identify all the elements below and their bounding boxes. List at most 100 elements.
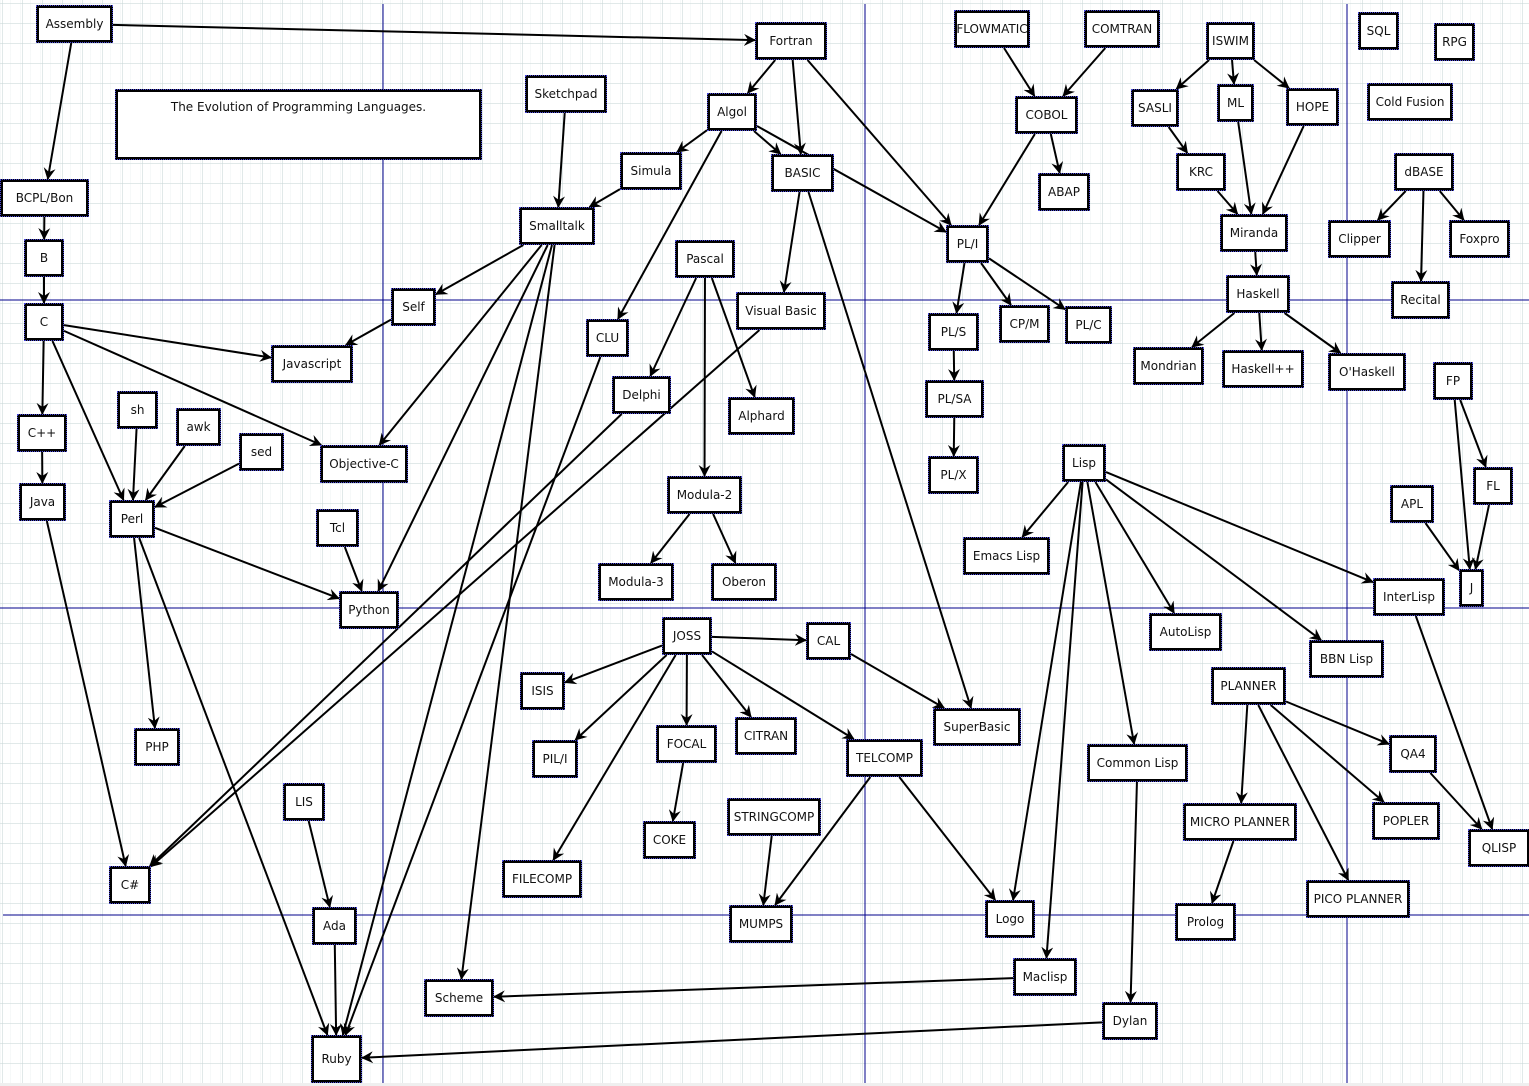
edge-joss-to-pili[interactable] — [574, 654, 668, 741]
edge-pli-to-pls[interactable] — [952, 262, 966, 314]
node-pli[interactable]: PL/I — [946, 225, 989, 263]
edge-basic-to-visualbasic[interactable] — [779, 191, 801, 293]
edge-dbase-to-clipper[interactable] — [1377, 190, 1407, 221]
edge-cobol-to-pli[interactable] — [978, 133, 1036, 226]
node-microplanner[interactable]: MICRO PLANNER — [1183, 803, 1297, 841]
node-sketchpad[interactable]: Sketchpad — [525, 75, 607, 113]
node-java[interactable]: Java — [19, 483, 66, 521]
edge-modula2-to-oberon[interactable] — [712, 513, 737, 564]
node-self[interactable]: Self — [391, 288, 436, 326]
node-pls[interactable]: PL/S — [928, 313, 979, 351]
edge-dbase-to-recital[interactable] — [1415, 190, 1428, 282]
node-isis[interactable]: ISIS — [520, 672, 565, 710]
node-focal[interactable]: FOCAL — [656, 725, 717, 763]
node-j[interactable]: J — [1459, 569, 1484, 607]
node-pascal[interactable]: Pascal — [675, 240, 735, 278]
node-simula[interactable]: Simula — [620, 152, 682, 190]
node-miranda[interactable]: Miranda — [1220, 214, 1288, 252]
edge-lisp-to-maclisp[interactable] — [1041, 481, 1084, 959]
node-php[interactable]: PHP — [134, 728, 180, 766]
node-plsa[interactable]: PL/SA — [925, 380, 984, 418]
edge-smalltalk-to-self[interactable] — [435, 244, 524, 296]
edge-telcomp-to-logo[interactable] — [898, 776, 996, 901]
node-perl[interactable]: Perl — [109, 500, 155, 538]
node-awk[interactable]: awk — [176, 408, 221, 446]
diagram-canvas[interactable]: The Evolution of Programming Languages. … — [0, 0, 1529, 1086]
node-stringcomp[interactable]: STRINGCOMP — [727, 798, 821, 836]
node-abap[interactable]: ABAP — [1038, 173, 1090, 211]
edge-joss-to-cal[interactable] — [711, 633, 807, 646]
edge-plsa-to-plx[interactable] — [947, 417, 960, 457]
edge-pli-to-plc[interactable] — [988, 257, 1066, 311]
edge-assembly-to-bcpl[interactable] — [43, 42, 73, 180]
node-haskell[interactable]: Haskell — [1226, 275, 1290, 313]
diagram-title-box[interactable]: The Evolution of Programming Languages. — [115, 89, 482, 160]
node-maclisp[interactable]: Maclisp — [1013, 958, 1077, 996]
edge-haskell-to-mondrian[interactable] — [1191, 312, 1236, 348]
node-pili[interactable]: PIL/I — [532, 740, 578, 778]
node-cobol[interactable]: COBOL — [1015, 96, 1078, 134]
node-foxpro[interactable]: Foxpro — [1449, 220, 1510, 258]
edge-assembly-to-fortran[interactable] — [112, 23, 756, 46]
edge-sasli-to-krc[interactable] — [1167, 126, 1189, 154]
edge-maclisp-to-scheme[interactable] — [493, 977, 1014, 1003]
edge-apl-to-j[interactable] — [1424, 522, 1460, 572]
edge-fortran-to-algol[interactable] — [747, 59, 776, 94]
node-delphi[interactable]: Delphi — [612, 376, 671, 414]
node-coldfusion[interactable]: Cold Fusion — [1367, 83, 1453, 121]
node-ruby[interactable]: Ruby — [311, 1035, 362, 1083]
edge-fp-to-j[interactable] — [1453, 399, 1475, 570]
node-csharp[interactable]: C# — [109, 866, 151, 904]
edge-java-to-csharp[interactable] — [45, 520, 130, 867]
node-qa4[interactable]: QA4 — [1389, 735, 1437, 773]
node-lisp[interactable]: Lisp — [1062, 444, 1106, 482]
node-alphard[interactable]: Alphard — [728, 397, 795, 435]
node-superbasic[interactable]: SuperBasic — [933, 708, 1021, 746]
edge-simula-to-smalltalk[interactable] — [588, 188, 621, 208]
node-algol[interactable]: Algol — [707, 93, 757, 131]
node-flowmatic[interactable]: FLOWMATIC — [954, 10, 1030, 48]
node-sql[interactable]: SQL — [1358, 12, 1399, 50]
node-prolog[interactable]: Prolog — [1175, 903, 1236, 941]
edge-lisp-to-commonlisp[interactable] — [1086, 481, 1139, 745]
edge-dbase-to-foxpro[interactable] — [1438, 190, 1465, 221]
node-c[interactable]: C — [24, 303, 64, 341]
edge-comtran-to-cobol[interactable] — [1062, 47, 1107, 97]
node-ada[interactable]: Ada — [312, 907, 357, 945]
edge-tcl-to-python[interactable] — [343, 546, 364, 592]
node-b[interactable]: B — [24, 239, 64, 277]
node-plc[interactable]: PL/C — [1065, 306, 1112, 344]
node-hope[interactable]: HOPE — [1286, 88, 1339, 126]
edge-haskell-to-ohaskell[interactable] — [1283, 312, 1342, 354]
node-cpm[interactable]: CP/M — [999, 305, 1050, 343]
node-oberon[interactable]: Oberon — [711, 563, 777, 601]
node-planner[interactable]: PLANNER — [1211, 667, 1286, 705]
node-dbase[interactable]: dBASE — [1394, 153, 1454, 191]
edge-lis-to-ada[interactable] — [307, 820, 334, 908]
node-picoplanner[interactable]: PICO PLANNER — [1306, 880, 1410, 918]
node-dylan[interactable]: Dylan — [1102, 1002, 1158, 1040]
node-qlisp[interactable]: QLISP — [1468, 829, 1529, 867]
edge-fl-to-j[interactable] — [1471, 504, 1490, 570]
node-filecomp[interactable]: FILECOMP — [502, 860, 582, 898]
edge-algol-to-basic[interactable] — [753, 130, 782, 155]
edge-haskell-to-haskellpp[interactable] — [1255, 312, 1267, 351]
node-smalltalk[interactable]: Smalltalk — [519, 207, 595, 245]
node-lis[interactable]: LIS — [283, 783, 325, 821]
node-scheme[interactable]: Scheme — [424, 979, 494, 1017]
edge-smalltalk-to-ruby[interactable] — [339, 244, 553, 1036]
node-joss[interactable]: JOSS — [662, 617, 712, 655]
node-telcomp[interactable]: TELCOMP — [846, 739, 923, 777]
node-sh[interactable]: sh — [117, 391, 158, 429]
node-cpp[interactable]: C++ — [17, 414, 67, 452]
node-visualbasic[interactable]: Visual Basic — [736, 292, 826, 330]
node-fp[interactable]: FP — [1433, 362, 1473, 400]
node-python[interactable]: Python — [339, 591, 399, 629]
edge-ml-to-miranda[interactable] — [1237, 121, 1256, 215]
edge-joss-to-citran[interactable] — [701, 654, 752, 718]
edge-c-to-cpp[interactable] — [36, 340, 49, 415]
edge-algol-to-simula[interactable] — [676, 129, 708, 153]
node-fl[interactable]: FL — [1473, 467, 1513, 505]
node-coke[interactable]: COKE — [643, 821, 696, 859]
edge-sh-to-perl[interactable] — [127, 428, 140, 501]
